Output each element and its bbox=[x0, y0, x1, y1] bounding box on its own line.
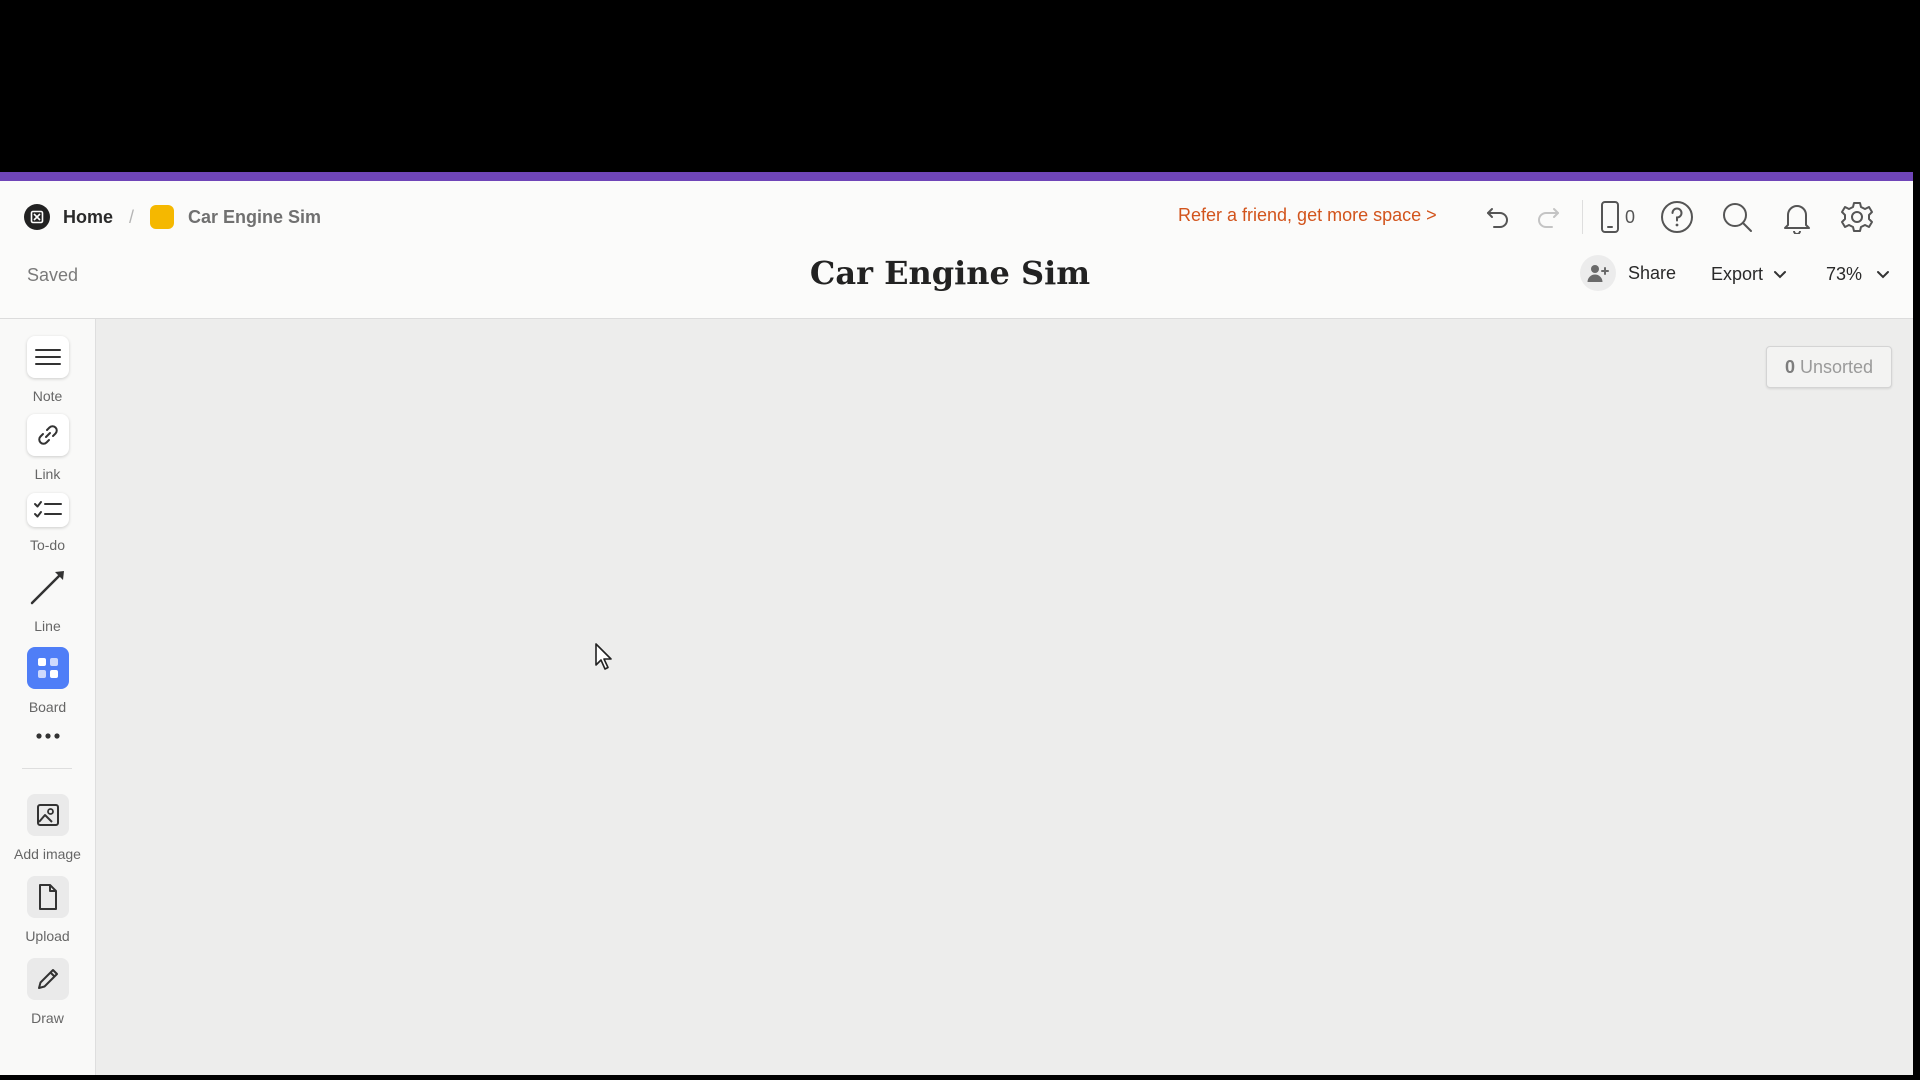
tool-note[interactable]: Note bbox=[0, 336, 95, 404]
app-window: Home / Car Engine Sim Refer a friend, ge… bbox=[0, 172, 1913, 1075]
gear-icon[interactable] bbox=[1839, 199, 1875, 235]
undo-icon[interactable] bbox=[1480, 199, 1516, 235]
tool-label: Upload bbox=[25, 928, 70, 944]
share-label: Share bbox=[1628, 262, 1677, 283]
add-person-icon bbox=[1580, 255, 1616, 291]
refer-friend-link[interactable]: Refer a friend, get more space > bbox=[1178, 205, 1437, 226]
unsorted-button[interactable]: 0 Unsorted bbox=[1766, 346, 1892, 388]
bell-icon[interactable] bbox=[1779, 199, 1815, 235]
sidebar-divider bbox=[22, 768, 72, 769]
tool-label: Board bbox=[28, 699, 67, 715]
export-label: Export bbox=[1711, 264, 1764, 284]
tool-line[interactable]: Line bbox=[0, 566, 95, 634]
note-icon bbox=[26, 336, 69, 378]
breadcrumb-separator: / bbox=[129, 206, 135, 227]
saved-status: Saved bbox=[27, 265, 79, 285]
header: Home / Car Engine Sim Refer a friend, ge… bbox=[0, 181, 1913, 319]
devices-button[interactable]: 0 bbox=[1599, 199, 1635, 235]
device-count: 0 bbox=[1625, 206, 1636, 227]
page-title[interactable]: Car Engine Sim bbox=[700, 254, 1200, 292]
tool-label: To-do bbox=[29, 537, 66, 553]
tool-add-image[interactable]: Add image bbox=[0, 794, 95, 862]
board-canvas[interactable]: 0 Unsorted bbox=[96, 319, 1913, 1075]
chevron-down-icon bbox=[1877, 270, 1890, 278]
unsorted-label: Unsorted bbox=[1799, 356, 1874, 377]
unsorted-count: 0 bbox=[1784, 356, 1795, 377]
more-dots-icon bbox=[35, 733, 60, 739]
toolbar-divider bbox=[1582, 200, 1583, 234]
tool-draw[interactable]: Draw bbox=[0, 958, 95, 1026]
mouse-cursor-icon bbox=[595, 643, 612, 670]
breadcrumb-board[interactable]: Car Engine Sim bbox=[188, 207, 321, 228]
zoom-select[interactable]: 73% bbox=[1826, 264, 1890, 285]
help-icon[interactable] bbox=[1659, 199, 1695, 235]
chevron-down-icon bbox=[1774, 270, 1787, 278]
todo-icon bbox=[26, 493, 69, 527]
app-logo-icon[interactable] bbox=[24, 204, 50, 230]
link-icon bbox=[26, 414, 69, 456]
tool-link[interactable]: Link bbox=[0, 414, 95, 482]
pencil-icon bbox=[26, 958, 69, 1000]
accent-bar bbox=[0, 172, 1913, 181]
phone-icon bbox=[1601, 201, 1619, 233]
line-icon bbox=[27, 566, 69, 608]
search-icon[interactable] bbox=[1719, 199, 1755, 235]
breadcrumb: Home / Car Engine Sim bbox=[24, 201, 321, 233]
image-icon bbox=[26, 794, 69, 836]
tool-label: Line bbox=[34, 618, 61, 634]
file-icon bbox=[26, 876, 69, 918]
tool-board[interactable]: Board bbox=[0, 647, 95, 715]
tool-label: Add image bbox=[14, 846, 81, 862]
tool-label: Draw bbox=[31, 1010, 64, 1026]
board-icon bbox=[26, 647, 69, 689]
more-tools-button[interactable] bbox=[0, 731, 95, 741]
redo-icon[interactable] bbox=[1530, 199, 1566, 235]
tool-label: Link bbox=[34, 466, 61, 482]
tool-label: Note bbox=[32, 388, 63, 404]
breadcrumb-home[interactable]: Home bbox=[63, 207, 113, 228]
tool-sidebar: Note Link To-do Line Board Add image Upl… bbox=[0, 319, 96, 1075]
zoom-level: 73% bbox=[1826, 264, 1863, 284]
tool-upload[interactable]: Upload bbox=[0, 876, 95, 944]
export-button[interactable]: Export bbox=[1711, 264, 1787, 285]
top-toolbar: 0 bbox=[1480, 199, 1875, 235]
letterbox-top bbox=[0, 0, 1920, 172]
board-color-icon bbox=[150, 205, 175, 229]
tool-todo[interactable]: To-do bbox=[0, 493, 95, 553]
share-button[interactable]: Share bbox=[1580, 255, 1676, 291]
